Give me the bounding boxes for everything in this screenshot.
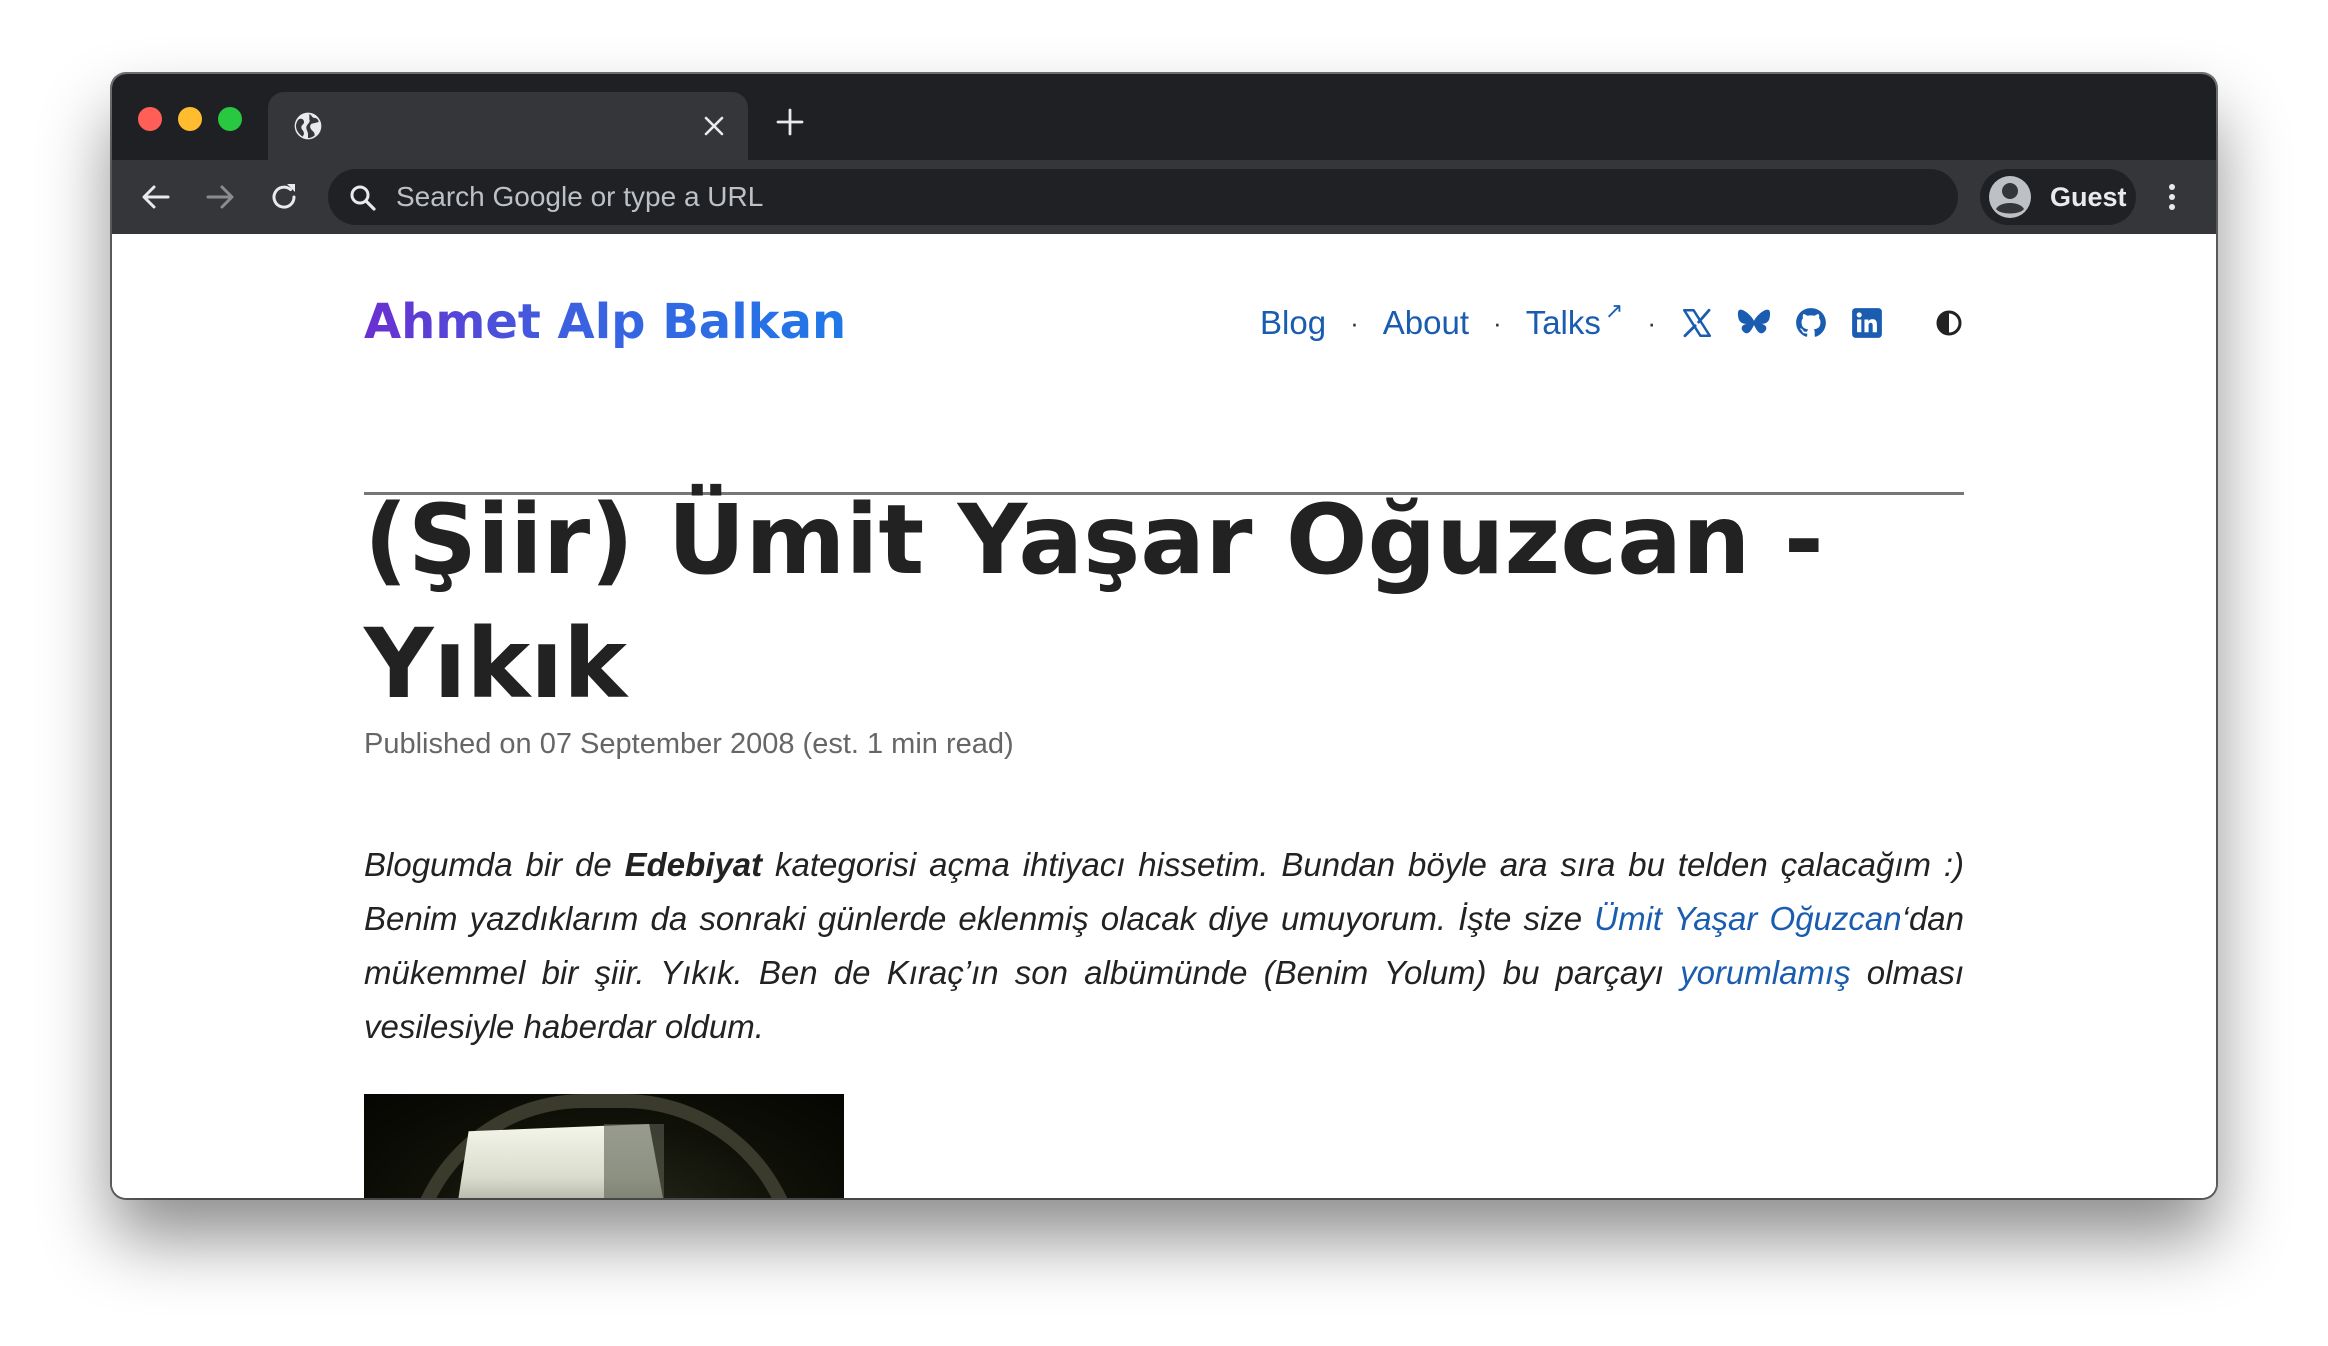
linkedin-icon[interactable] xyxy=(1850,306,1884,340)
post-meta: Published on 07 September 2008 (est. 1 m… xyxy=(364,728,1014,760)
x-icon[interactable] xyxy=(1680,306,1714,340)
bluesky-icon[interactable] xyxy=(1736,307,1772,339)
social-links xyxy=(1680,306,1884,340)
nav-blog-link[interactable]: Blog xyxy=(1260,304,1326,342)
post-image xyxy=(364,1094,844,1198)
nav-talks-link[interactable]: Talks ↗ xyxy=(1525,298,1624,342)
maximize-window-button[interactable] xyxy=(218,107,242,131)
browser-tab[interactable] xyxy=(268,92,748,160)
profile-label: Guest xyxy=(2050,181,2127,212)
github-icon[interactable] xyxy=(1794,306,1828,340)
contrast-icon[interactable] xyxy=(1934,308,1964,338)
nav-separator: · xyxy=(1493,307,1502,338)
url-input[interactable] xyxy=(396,169,1896,225)
intro-text: Blogumda bir de xyxy=(364,846,625,883)
author-link[interactable]: Ümit Yaşar Oğuzcan xyxy=(1594,900,1901,937)
globe-icon xyxy=(294,112,322,140)
back-arrow-icon[interactable] xyxy=(138,179,174,215)
new-tab-icon[interactable] xyxy=(774,106,806,138)
cover-link[interactable]: yorumlamış xyxy=(1680,954,1851,991)
external-link-icon: ↗ xyxy=(1604,298,1624,323)
nav-separator: · xyxy=(1350,307,1359,338)
close-window-button[interactable] xyxy=(138,107,162,131)
avatar-icon xyxy=(1989,176,2031,218)
title-bar xyxy=(112,74,2216,160)
nav-separator: · xyxy=(1647,307,1656,338)
reload-icon[interactable] xyxy=(266,179,302,215)
post-intro: Blogumda bir de Edebiyat kategorisi açma… xyxy=(364,838,1964,1054)
browser-window: Guest Ahmet Alp Balkan Blog · About · Ta… xyxy=(112,74,2216,1198)
forward-arrow-icon[interactable] xyxy=(202,179,238,215)
web-page: Ahmet Alp Balkan Blog · About · Talks ↗ · xyxy=(112,234,2216,1198)
search-icon xyxy=(350,185,376,211)
site-nav: Blog · About · Talks ↗ · xyxy=(1260,298,1964,348)
profile-button[interactable]: Guest xyxy=(1980,169,2136,225)
nav-talks-label: Talks xyxy=(1525,304,1601,341)
close-tab-icon[interactable] xyxy=(698,110,730,142)
more-menu-icon[interactable] xyxy=(2154,179,2190,215)
browser-toolbar: Guest xyxy=(112,160,2216,234)
post-title: (Şiir) Ümit Yaşar Oğuzcan - Yıkık xyxy=(364,484,1824,720)
nav-about-link[interactable]: About xyxy=(1383,304,1469,342)
intro-bold: Edebiyat xyxy=(624,846,763,883)
site-title-link[interactable]: Ahmet Alp Balkan xyxy=(364,294,846,350)
address-bar[interactable] xyxy=(328,169,1958,225)
minimize-window-button[interactable] xyxy=(178,107,202,131)
image-shade xyxy=(604,1124,664,1198)
